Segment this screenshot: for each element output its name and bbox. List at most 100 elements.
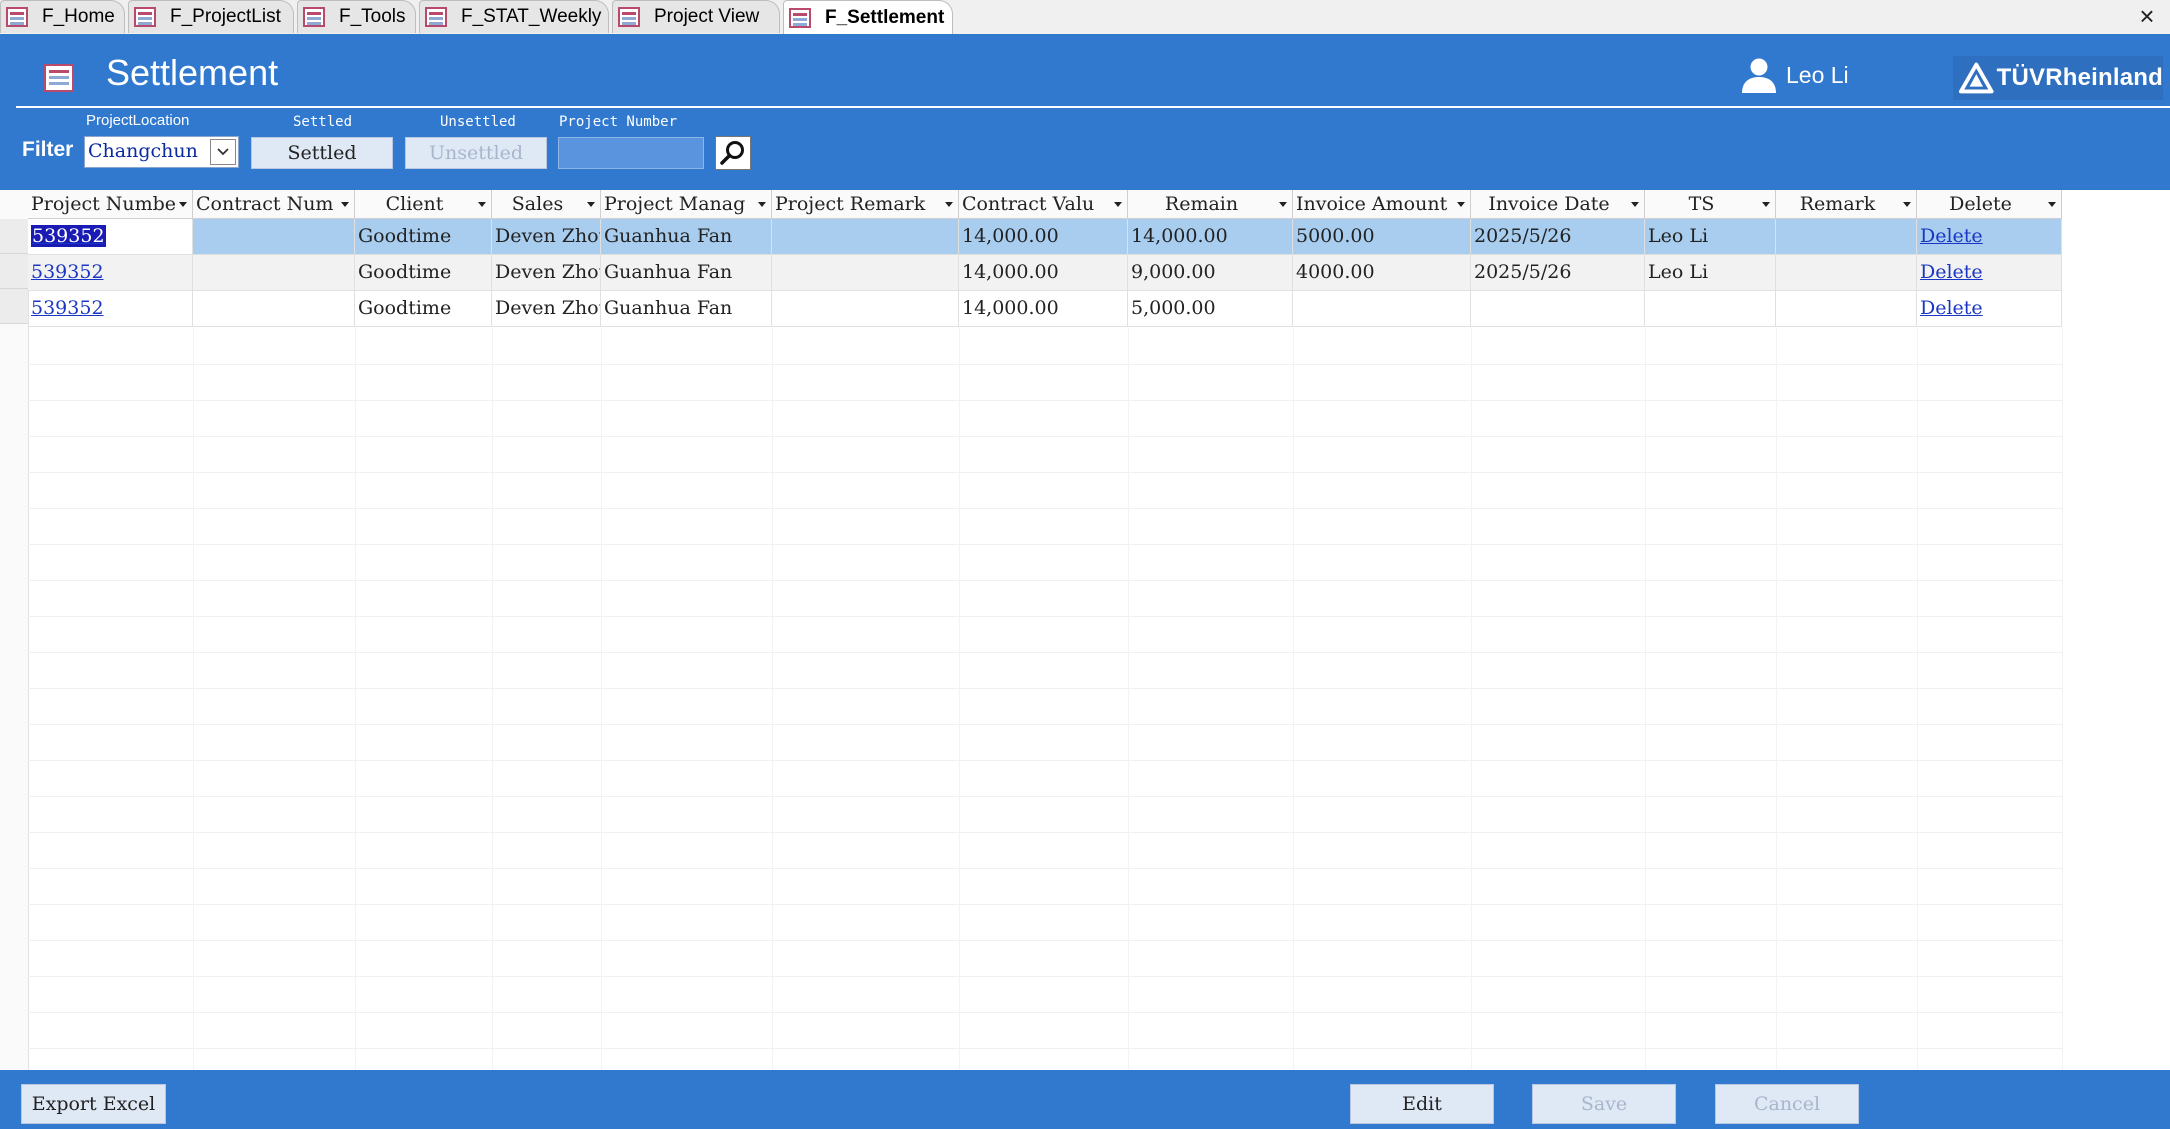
remark-cell[interactable] <box>1776 255 1917 291</box>
project-manager-cell[interactable]: Guanhua Fan <box>601 219 772 255</box>
project-manager-cell[interactable]: Guanhua Fan <box>601 255 772 291</box>
grid-line <box>1293 328 1294 1070</box>
invoice-amount-cell[interactable]: 5000.00 <box>1293 219 1471 255</box>
table-row[interactable]: 539352 Goodtime Deven Zhou Guanhua Fan 1… <box>28 255 2062 291</box>
sort-dropdown-icon[interactable] <box>758 202 766 207</box>
remain-cell[interactable]: 9,000.00 <box>1128 255 1293 291</box>
column-header-delete[interactable]: Delete <box>1917 190 2062 219</box>
contract-value-cell[interactable]: 14,000.00 <box>959 255 1128 291</box>
contract-number-cell[interactable] <box>193 291 355 327</box>
sort-dropdown-icon[interactable] <box>1631 202 1639 207</box>
sales-cell[interactable]: Deven Zhou <box>492 219 601 255</box>
chevron-down-icon[interactable] <box>210 139 236 165</box>
column-header-project-manager[interactable]: Project Manag <box>601 190 772 219</box>
tab-f-settlement[interactable]: F_Settlement <box>783 0 953 35</box>
client-cell[interactable]: Goodtime <box>355 291 492 327</box>
edit-button[interactable]: Edit <box>1350 1084 1494 1124</box>
tab-f-projectlist[interactable]: F_ProjectList <box>128 0 294 33</box>
sales-cell[interactable]: Deven Zhou <box>492 291 601 327</box>
cancel-button[interactable]: Cancel <box>1715 1084 1859 1124</box>
sort-dropdown-icon[interactable] <box>1114 202 1122 207</box>
sort-dropdown-icon[interactable] <box>179 202 187 207</box>
contract-number-cell[interactable] <box>193 219 355 255</box>
project-location-select[interactable]: Changchun <box>84 136 239 168</box>
invoice-amount-cell[interactable]: 4000.00 <box>1293 255 1471 291</box>
grid-line <box>28 544 2062 545</box>
grid-line <box>959 328 960 1070</box>
grid-line <box>28 904 2062 905</box>
sort-dropdown-icon[interactable] <box>945 202 953 207</box>
grid-line <box>28 724 2062 725</box>
remark-cell[interactable] <box>1776 291 1917 327</box>
project-number-link[interactable]: 539352 <box>28 219 193 255</box>
sort-dropdown-icon[interactable] <box>2048 202 2056 207</box>
remain-cell[interactable]: 5,000.00 <box>1128 291 1293 327</box>
invoice-date-cell[interactable]: 2025/5/26 <box>1471 255 1645 291</box>
column-header-invoice-amount[interactable]: Invoice Amount <box>1293 190 1471 219</box>
delete-link[interactable]: Delete <box>1917 255 2062 291</box>
sort-dropdown-icon[interactable] <box>1457 202 1465 207</box>
sort-dropdown-icon[interactable] <box>587 202 595 207</box>
unsettled-button[interactable]: Unsettled <box>405 137 547 169</box>
column-header-project-number[interactable]: Project Numbe <box>28 190 193 219</box>
tab-project-view[interactable]: Project View <box>612 0 780 33</box>
sort-dropdown-icon[interactable] <box>478 202 486 207</box>
invoice-date-cell[interactable]: 2025/5/26 <box>1471 219 1645 255</box>
invoice-amount-cell[interactable] <box>1293 291 1471 327</box>
client-cell[interactable]: Goodtime <box>355 219 492 255</box>
contract-value-cell[interactable]: 14,000.00 <box>959 219 1128 255</box>
export-excel-button[interactable]: Export Excel <box>21 1084 166 1124</box>
project-number-input[interactable] <box>558 137 704 169</box>
column-header-ts[interactable]: TS <box>1645 190 1776 219</box>
contract-number-cell[interactable] <box>193 255 355 291</box>
grid-line <box>28 652 2062 653</box>
sales-cell[interactable]: Deven Zhou <box>492 255 601 291</box>
project-number-label: Project Number <box>559 114 678 130</box>
ts-cell[interactable]: Leo Li <box>1645 255 1776 291</box>
delete-link[interactable]: Delete <box>1917 291 2062 327</box>
project-remark-cell[interactable] <box>772 291 959 327</box>
record-selector[interactable] <box>0 289 28 324</box>
grid-line <box>28 976 2062 977</box>
tab-f-stat-weekly[interactable]: F_STAT_Weekly <box>419 0 609 33</box>
ts-cell[interactable] <box>1645 291 1776 327</box>
client-cell[interactable]: Goodtime <box>355 255 492 291</box>
grid-line <box>28 616 2062 617</box>
sort-dropdown-icon[interactable] <box>1903 202 1911 207</box>
column-header-contract-value[interactable]: Contract Valu <box>959 190 1128 219</box>
project-number-link[interactable]: 539352 <box>28 255 193 291</box>
grid-line <box>355 328 356 1070</box>
sort-dropdown-icon[interactable] <box>341 202 349 207</box>
table-row[interactable]: 539352 Goodtime Deven Zhou Guanhua Fan 1… <box>28 219 2062 255</box>
settled-button[interactable]: Settled <box>251 137 393 169</box>
project-manager-cell[interactable]: Guanhua Fan <box>601 291 772 327</box>
table-row[interactable]: 539352 Goodtime Deven Zhou Guanhua Fan 1… <box>28 291 2062 327</box>
column-header-sales[interactable]: Sales <box>492 190 601 219</box>
record-selector[interactable] <box>0 219 28 254</box>
invoice-date-cell[interactable] <box>1471 291 1645 327</box>
column-header-remark[interactable]: Remark <box>1776 190 1917 219</box>
delete-link[interactable]: Delete <box>1917 219 2062 255</box>
close-tab-icon[interactable]: × <box>2132 0 2162 33</box>
column-header-invoice-date[interactable]: Invoice Date <box>1471 190 1645 219</box>
tab-f-home[interactable]: F_Home <box>0 0 125 33</box>
sort-dropdown-icon[interactable] <box>1279 202 1287 207</box>
remain-cell[interactable]: 14,000.00 <box>1128 219 1293 255</box>
remark-cell[interactable] <box>1776 219 1917 255</box>
grid-line <box>28 688 2062 689</box>
project-location-label: ProjectLocation <box>86 112 190 129</box>
project-remark-cell[interactable] <box>772 255 959 291</box>
project-number-link[interactable]: 539352 <box>28 291 193 327</box>
search-button[interactable] <box>715 136 751 170</box>
contract-value-cell[interactable]: 14,000.00 <box>959 291 1128 327</box>
ts-cell[interactable]: Leo Li <box>1645 219 1776 255</box>
column-header-contract-number[interactable]: Contract Num <box>193 190 355 219</box>
column-header-client[interactable]: Client <box>355 190 492 219</box>
tab-f-tools[interactable]: F_Tools <box>297 0 416 33</box>
project-remark-cell[interactable] <box>772 219 959 255</box>
column-header-remain[interactable]: Remain <box>1128 190 1293 219</box>
record-selector[interactable] <box>0 254 28 289</box>
sort-dropdown-icon[interactable] <box>1762 202 1770 207</box>
save-button[interactable]: Save <box>1532 1084 1676 1124</box>
column-header-project-remark[interactable]: Project Remark <box>772 190 959 219</box>
